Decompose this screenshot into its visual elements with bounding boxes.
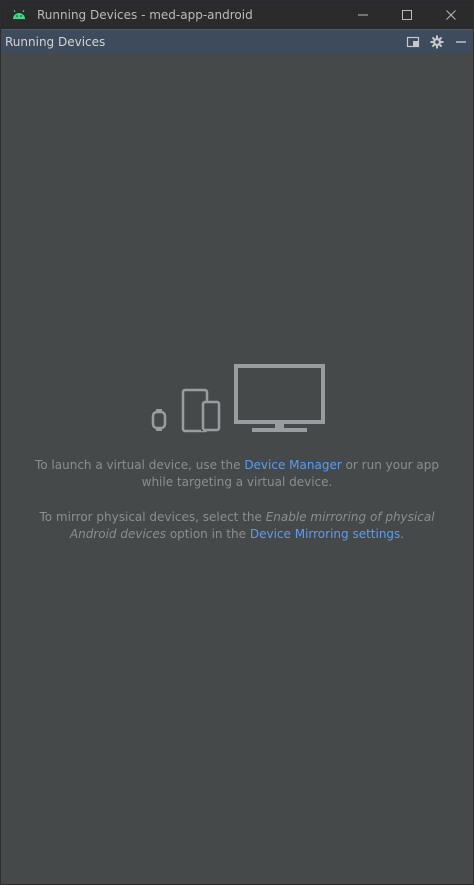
mirror-text-suffix: . <box>400 527 405 541</box>
tool-window-title: Running Devices <box>5 34 106 49</box>
tool-window-header: Running Devices <box>1 29 473 53</box>
window-options-button[interactable] <box>401 31 425 53</box>
close-icon <box>446 10 456 20</box>
android-icon <box>11 7 27 23</box>
gear-icon <box>430 35 444 48</box>
close-button[interactable] <box>429 1 473 29</box>
running-devices-window: Running Devices - med-app-android Runnin… <box>0 0 474 885</box>
device-mirroring-settings-link[interactable]: Device Mirroring settings <box>250 527 400 541</box>
title-bar: Running Devices - med-app-android <box>1 1 473 29</box>
watch-icon <box>151 409 167 431</box>
devices-illustration <box>151 364 325 433</box>
hide-button[interactable] <box>449 31 473 53</box>
mirror-text-prefix: To mirror physical devices, select the <box>39 510 266 524</box>
maximize-button[interactable] <box>385 1 429 29</box>
settings-button[interactable] <box>425 31 449 53</box>
mirror-text-middle: option in the <box>166 527 250 541</box>
launch-text-prefix: To launch a virtual device, use the <box>34 458 245 472</box>
launch-virtual-device-message: To launch a virtual device, use the Devi… <box>21 457 453 491</box>
minimize-button[interactable] <box>341 1 385 29</box>
tv-icon <box>234 364 325 432</box>
maximize-icon <box>402 10 412 20</box>
minimize-icon <box>358 14 368 16</box>
mirror-devices-message: To mirror physical devices, select the E… <box>21 509 453 543</box>
running-devices-empty-state: To launch a virtual device, use the Devi… <box>1 53 473 884</box>
hide-icon <box>456 40 466 43</box>
window-options-icon <box>406 36 420 47</box>
phone-icon <box>201 400 221 432</box>
window-title: Running Devices - med-app-android <box>37 8 253 22</box>
device-manager-link[interactable]: Device Manager <box>244 458 341 472</box>
